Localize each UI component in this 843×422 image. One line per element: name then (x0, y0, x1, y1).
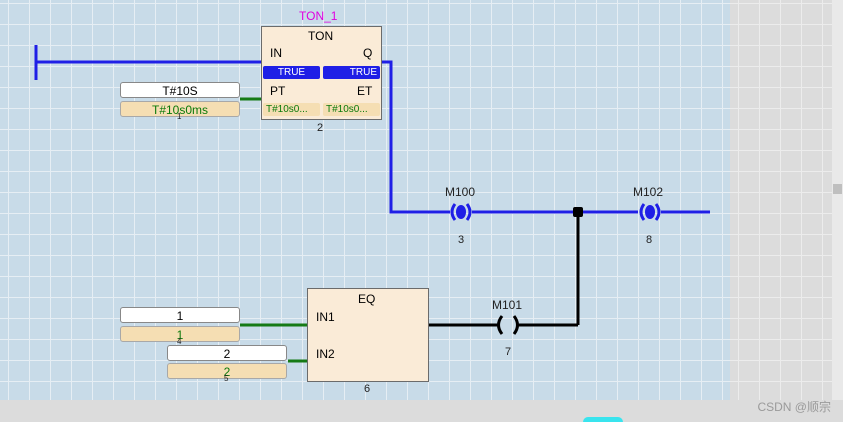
ton-block-number: 2 (317, 122, 324, 134)
coil-m101-number: 7 (505, 346, 512, 358)
watermark-text: CSDN @顺宗 (757, 400, 831, 414)
coil-m102-label: M102 (633, 185, 664, 199)
coil-m101-icon[interactable] (497, 315, 519, 335)
ton-et-value: T#10s0... (323, 103, 380, 116)
eq-in2-input-number: 5 (224, 374, 229, 383)
wire-ton-q-out (381, 60, 450, 214)
ton-pt-constant-input[interactable]: T#10S (120, 82, 240, 98)
ton-in-value: TRUE (263, 66, 320, 79)
ton-function-block[interactable]: TON IN Q TRUE TRUE PT ET T#10s0... T#10s… (261, 26, 382, 120)
coil-m102-number: 8 (646, 234, 653, 246)
ton-pt-input-number: 1 (177, 112, 182, 121)
eq-in1-pin-label: IN1 (316, 310, 335, 324)
ton-q-value: TRUE (323, 66, 380, 79)
coil-m100-number: 3 (458, 234, 465, 246)
ton-in-pin-label: IN (270, 46, 282, 60)
ton-pt-value: T#10s0... (263, 103, 320, 116)
coil-m101-label: M101 (492, 298, 523, 312)
eq-in1-constant-input[interactable]: 1 (120, 307, 240, 323)
coil-m100-label: M100 (445, 185, 476, 199)
eq-block-type: EQ (358, 292, 376, 306)
ton-et-pin-label: ET (357, 84, 373, 98)
ton-q-pin-label: Q (363, 46, 373, 60)
eq-function-block[interactable]: EQ IN1 IN2 (307, 288, 429, 382)
eq-in2-pin-label: IN2 (316, 347, 335, 361)
eq-in2-constant-input[interactable]: 2 (167, 345, 287, 361)
eq-block-number: 6 (364, 383, 371, 395)
ton-pt-pin-label: PT (270, 84, 286, 98)
coil-m100-icon[interactable] (450, 203, 472, 221)
junction-node (573, 207, 583, 217)
ton-block-type: TON (308, 29, 334, 43)
ton-instance-name[interactable]: TON_1 (299, 9, 337, 23)
coil-m102-icon[interactable] (639, 203, 661, 221)
